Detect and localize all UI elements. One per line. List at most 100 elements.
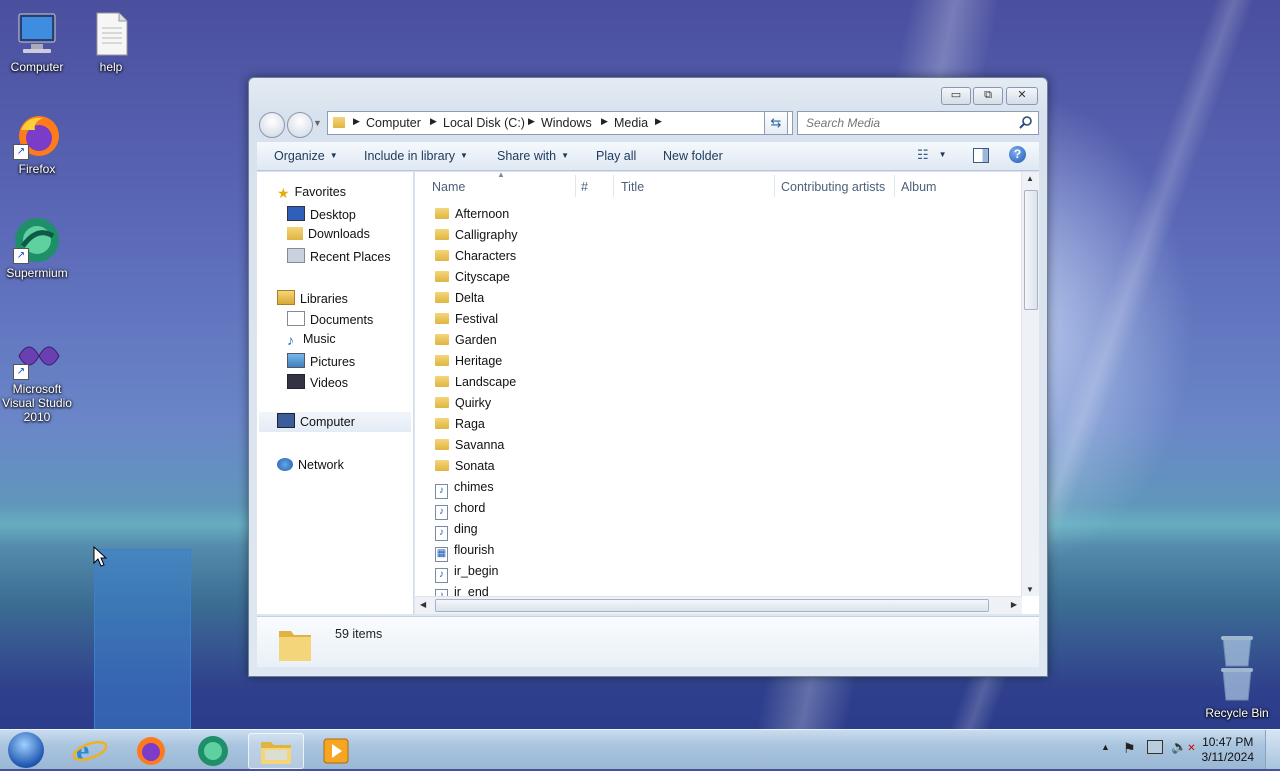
nav-favorites[interactable]: ★ Favorites [277, 185, 346, 201]
folder-row[interactable]: Raga [435, 417, 485, 431]
folder-row[interactable]: Savanna [435, 438, 504, 452]
file-list[interactable]: ▲ Name # Title Contributing artists Albu… [415, 170, 1039, 614]
refresh-button[interactable]: ⇆ [764, 111, 788, 135]
view-options-button[interactable]: ☷ ▼ [917, 147, 947, 163]
close-button[interactable]: ✕ [1006, 87, 1038, 105]
scroll-down-icon[interactable]: ▼ [1026, 585, 1034, 594]
share-with-button[interactable]: Share with ▼ [497, 149, 569, 163]
horizontal-scrollbar[interactable]: ◀ ▶ [415, 596, 1022, 614]
vertical-scrollbar[interactable]: ▲ ▼ [1021, 172, 1039, 596]
preview-pane-button[interactable] [973, 148, 989, 163]
folder-row[interactable]: Characters [435, 249, 516, 263]
desktop-icon-recycle-bin[interactable]: Recycle Bin [1198, 632, 1276, 720]
file-row[interactable]: ♪ ir_begin [435, 564, 498, 583]
search-icon[interactable] [1019, 115, 1033, 132]
new-folder-button[interactable]: New folder [663, 149, 723, 163]
breadcrumb-computer[interactable]: Computer [366, 116, 421, 130]
share-label: Share with [497, 149, 557, 163]
nav-computer[interactable]: Computer [259, 412, 411, 432]
taskbar-explorer-button[interactable] [248, 733, 304, 769]
organize-button[interactable]: Organize ▼ [274, 149, 338, 163]
nav-desktop[interactable]: Desktop [287, 206, 356, 222]
desktop-icon-help[interactable]: help [72, 10, 150, 74]
folder-row[interactable]: Landscape [435, 375, 516, 389]
file-row[interactable]: ♪ ding [435, 522, 478, 541]
vertical-scroll-thumb[interactable] [1024, 190, 1038, 310]
breadcrumb-local-disk[interactable]: Local Disk (C:) [443, 116, 525, 130]
breadcrumb-arrow-icon[interactable]: ▶ [528, 116, 535, 127]
column-album[interactable]: Album [901, 180, 936, 194]
taskbar-firefox-button[interactable] [124, 733, 178, 767]
desktop-icon-computer[interactable]: Computer [0, 10, 76, 74]
nav-music[interactable]: ♪ Music [287, 332, 336, 348]
nav-recent-places[interactable]: Recent Places [287, 248, 391, 264]
taskbar-supermium-button[interactable] [186, 733, 240, 767]
action-center-flag-icon[interactable]: ⚑ [1123, 740, 1136, 757]
recent-pages-chevron-icon[interactable]: ▼ [313, 118, 322, 128]
folder-row[interactable]: Heritage [435, 354, 502, 368]
nav-pictures[interactable]: Pictures [287, 353, 355, 369]
folder-row[interactable]: Sonata [435, 459, 495, 473]
column-contributing-artists[interactable]: Contributing artists [781, 180, 885, 194]
nav-documents[interactable]: Documents [287, 311, 373, 327]
folder-row[interactable]: Festival [435, 312, 498, 326]
column-divider[interactable] [613, 175, 614, 197]
desktop-icon-label: Microsoft Visual Studio 2010 [2, 382, 72, 424]
scroll-left-icon[interactable]: ◀ [420, 600, 426, 609]
help-button[interactable]: ? [1009, 146, 1026, 163]
volume-muted-icon[interactable]: 🔈✕ [1171, 739, 1196, 755]
taskbar-media-player-button[interactable] [310, 733, 364, 767]
folder-row[interactable]: Delta [435, 291, 484, 305]
minimize-button[interactable]: ▭ [941, 87, 971, 105]
breadcrumb-media[interactable]: Media [614, 116, 648, 130]
back-button[interactable] [259, 112, 285, 138]
nav-network[interactable]: Network [277, 458, 344, 472]
show-desktop-button[interactable] [1265, 730, 1280, 769]
column-name[interactable]: Name [432, 180, 465, 194]
address-input[interactable]: ▶ Computer ▶ Local Disk (C:) ▶ Windows ▶… [327, 111, 793, 135]
taskbar-internet-explorer-button[interactable]: e [62, 733, 116, 767]
forward-button[interactable] [287, 112, 313, 138]
scroll-right-icon[interactable]: ▶ [1011, 600, 1017, 609]
breadcrumb-arrow-icon[interactable]: ▶ [430, 116, 437, 127]
column-title[interactable]: Title [621, 180, 644, 194]
desktop-icon-supermium[interactable]: ↗ Supermium [0, 216, 76, 280]
file-row[interactable]: ♪ chord [435, 501, 485, 520]
folder-row[interactable]: Afternoon [435, 207, 509, 221]
folder-icon [435, 271, 449, 282]
breadcrumb-arrow-icon[interactable]: ▶ [655, 116, 662, 127]
folder-row[interactable]: Cityscape [435, 270, 510, 284]
include-in-library-button[interactable]: Include in library ▼ [364, 149, 468, 163]
show-hidden-icons-button[interactable]: ▲ [1101, 742, 1110, 752]
desktop-icon-firefox[interactable]: ↗ Firefox [0, 112, 76, 176]
firefox-icon: ↗ [13, 112, 61, 160]
folder-row[interactable]: Quirky [435, 396, 491, 410]
column-divider[interactable] [575, 175, 576, 197]
network-status-icon[interactable] [1147, 740, 1163, 754]
start-button[interactable] [8, 732, 44, 768]
folder-row[interactable]: Calligraphy [435, 228, 518, 242]
maximize-button[interactable]: ⧉ [973, 87, 1003, 105]
breadcrumb-windows[interactable]: Windows [541, 116, 592, 130]
scroll-up-icon[interactable]: ▲ [1026, 174, 1034, 183]
file-row[interactable]: ♪ chimes [435, 480, 494, 499]
nav-videos[interactable]: Videos [287, 374, 348, 390]
column-number[interactable]: # [581, 180, 588, 194]
search-input[interactable] [804, 115, 1018, 131]
desktop-icon-visual-studio[interactable]: ↗ Microsoft Visual Studio 2010 [0, 332, 76, 424]
folder-row[interactable]: Garden [435, 333, 497, 347]
play-all-button[interactable]: Play all [596, 149, 636, 163]
nav-libraries[interactable]: Libraries [277, 290, 348, 306]
folder-icon [435, 313, 449, 324]
breadcrumb-arrow-icon[interactable]: ▶ [601, 116, 608, 127]
breadcrumb-arrow-icon[interactable]: ▶ [353, 116, 360, 127]
folder-icon [435, 292, 449, 303]
search-box[interactable] [797, 111, 1039, 135]
explorer-window[interactable]: ▭ ⧉ ✕ ▼ ▶ Computer ▶ Local Disk (C:) ▶ W… [248, 77, 1048, 677]
column-divider[interactable] [774, 175, 775, 197]
column-divider[interactable] [894, 175, 895, 197]
file-row[interactable]: ▦ flourish [435, 543, 494, 562]
horizontal-scroll-thumb[interactable] [435, 599, 989, 612]
clock[interactable]: 10:47 PM 3/11/2024 [1202, 735, 1255, 765]
nav-downloads[interactable]: Downloads [287, 227, 370, 241]
